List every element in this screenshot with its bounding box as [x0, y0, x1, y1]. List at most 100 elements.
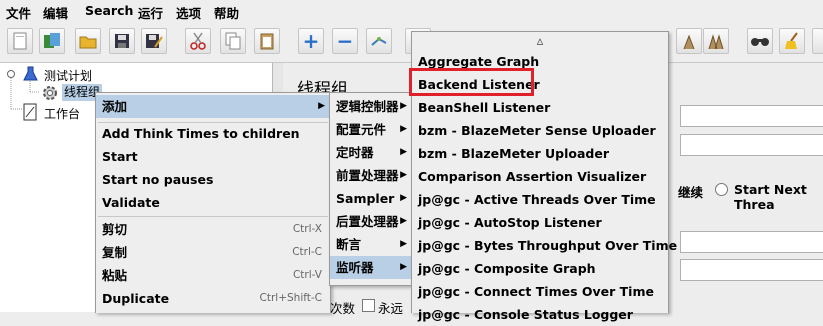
menu-item-label: 逻辑控制器 — [336, 99, 399, 114]
save-as-icon[interactable] — [141, 28, 167, 54]
highlight-box — [409, 68, 534, 96]
workbench-icon — [22, 103, 38, 124]
menu-item-label: Duplicate — [102, 291, 170, 306]
cut-icon[interactable] — [185, 28, 211, 54]
forever-label: 永远 — [378, 301, 404, 316]
menu-options[interactable]: 选项 — [176, 3, 201, 22]
menu-item-label: jp@gc - Composite Graph — [418, 261, 596, 276]
listener-item-bytes-throughput[interactable]: jp@gc - Bytes Throughput Over Time — [412, 234, 677, 257]
beaker-icon — [23, 66, 39, 85]
menu-file[interactable]: 文件 — [6, 3, 31, 22]
menu-item-label: jp@gc - Bytes Throughput Over Time — [418, 238, 678, 253]
broom-icon[interactable] — [779, 28, 805, 54]
listener-item-comparison-assertion-visualizer[interactable]: Comparison Assertion Visualizer — [412, 165, 668, 188]
open-icon[interactable] — [75, 28, 101, 54]
comments-field[interactable] — [680, 134, 823, 156]
submenu-arrow-icon: ▶ — [400, 147, 407, 157]
menu-item-start[interactable]: Start — [96, 145, 330, 168]
clear-all-icon[interactable] — [703, 28, 729, 54]
menu-item-add-think-times[interactable]: Add Think Times to children — [96, 122, 330, 145]
context-menu: 添加 ▶ Add Think Times to children Start S… — [95, 92, 331, 313]
templates-icon[interactable] — [39, 28, 65, 54]
shortcut-label: Ctrl-C — [292, 246, 322, 258]
menu-item-label: 定时器 — [336, 145, 374, 160]
search-icon[interactable] — [747, 28, 773, 54]
clear-icon[interactable] — [676, 28, 702, 54]
menu-edit[interactable]: 编辑 — [43, 3, 68, 22]
shortcut-label: Ctrl-V — [292, 269, 322, 281]
menu-item-add[interactable]: 添加 ▶ — [96, 95, 330, 118]
menu-item-cut[interactable]: 剪切 Ctrl-X — [96, 218, 330, 241]
threads-field[interactable] — [680, 231, 823, 253]
submenu-item-pre-processor[interactable]: 前置处理器 ▶ — [330, 164, 412, 187]
tree-node-test-plan[interactable]: 测试计划 — [44, 67, 92, 84]
menu-item-label: Sampler — [336, 191, 395, 206]
listener-item-connect-times[interactable]: jp@gc - Connect Times Over Time — [412, 280, 668, 303]
gear-icon — [41, 84, 59, 105]
submenu-arrow-icon: ▶ — [400, 193, 407, 203]
menu-item-label: 配置元件 — [336, 122, 387, 137]
menu-item-label: jp@gc - Active Threads Over Time — [418, 192, 656, 207]
listener-item-beanshell-listener[interactable]: BeanShell Listener — [412, 96, 668, 119]
menu-item-label: jp@gc - Connect Times Over Time — [418, 284, 654, 299]
listener-item-autostop[interactable]: jp@gc - AutoStop Listener — [412, 211, 668, 234]
menu-item-label: 粘贴 — [102, 268, 128, 283]
submenu-item-timer[interactable]: 定时器 ▶ — [330, 141, 412, 164]
submenu-arrow-icon: ▶ — [400, 239, 407, 249]
tree-node-workbench[interactable]: 工作台 — [44, 105, 80, 122]
scroll-up-arrow[interactable]: ▵ — [412, 32, 668, 52]
expand-icon[interactable]: + — [298, 28, 324, 54]
copy-icon[interactable] — [220, 28, 246, 54]
listener-item-composite-graph[interactable]: jp@gc - Composite Graph — [412, 257, 668, 280]
menu-item-label: 断言 — [336, 237, 362, 252]
menu-item-label: Comparison Assertion Visualizer — [418, 169, 647, 184]
save-icon[interactable] — [109, 28, 135, 54]
menu-item-label: Add Think Times to children — [102, 126, 300, 141]
submenu-item-post-processor[interactable]: 后置处理器 ▶ — [330, 210, 412, 233]
add-submenu: 逻辑控制器 ▶ 配置元件 ▶ 定时器 ▶ 前置处理器 ▶ Sampler ▶ 后置处理器 ▶… — [329, 92, 413, 286]
listener-item-active-threads[interactable]: jp@gc - Active Threads Over Time — [412, 188, 668, 211]
listener-item-console-status-logger[interactable]: jp@gc - Console Status Logger — [412, 303, 668, 326]
menu-item-copy[interactable]: 复制 Ctrl-C — [96, 241, 330, 264]
menu-item-label: 后置处理器 — [336, 214, 399, 229]
new-icon[interactable] — [7, 28, 33, 54]
menu-separator — [98, 216, 328, 217]
paste-icon[interactable] — [254, 28, 280, 54]
name-field[interactable] — [680, 105, 823, 127]
toggle-icon[interactable] — [366, 28, 392, 54]
submenu-item-assertion[interactable]: 断言 ▶ — [330, 233, 412, 256]
shortcut-label: Ctrl+Shift-C — [259, 292, 322, 304]
submenu-arrow-icon: ▶ — [400, 170, 407, 180]
submenu-arrow-icon: ▶ — [400, 101, 407, 111]
menu-item-duplicate[interactable]: Duplicate Ctrl+Shift-C — [96, 287, 330, 310]
listener-item-blazemeter-uploader[interactable]: bzm - BlazeMeter Uploader — [412, 142, 668, 165]
menu-item-label: 剪切 — [102, 222, 128, 237]
shortcut-label: Ctrl-X — [292, 223, 322, 235]
continue-option: 继续 — [678, 185, 704, 200]
start-next-thread-radio[interactable] — [715, 183, 728, 196]
menu-search[interactable]: Search — [85, 3, 133, 18]
next-icon[interactable] — [812, 28, 823, 54]
rampup-field[interactable] — [680, 259, 823, 281]
menu-item-validate[interactable]: Validate — [96, 191, 330, 214]
forever-checkbox[interactable] — [362, 299, 375, 312]
menu-item-label: Start — [102, 149, 138, 164]
menu-item-label: bzm - BlazeMeter Uploader — [418, 146, 610, 161]
submenu-item-sampler[interactable]: Sampler ▶ — [330, 187, 412, 210]
menu-item-label: 添加 — [102, 99, 128, 114]
submenu-item-listener[interactable]: 监听器 ▶ — [330, 256, 412, 279]
submenu-arrow-icon: ▶ — [318, 101, 325, 111]
submenu-item-config-element[interactable]: 配置元件 ▶ — [330, 118, 412, 141]
menu-run[interactable]: 运行 — [138, 3, 163, 22]
menu-help[interactable]: 帮助 — [214, 3, 239, 22]
listener-item-blazemeter-sense-uploader[interactable]: bzm - BlazeMeter Sense Uploader — [412, 119, 668, 142]
start-next-thread-label: Start Next Threa — [734, 182, 807, 212]
collapse-icon[interactable]: − — [332, 28, 358, 54]
menu-item-paste[interactable]: 粘贴 Ctrl-V — [96, 264, 330, 287]
submenu-item-logic-controller[interactable]: 逻辑控制器 ▶ — [330, 95, 412, 118]
menu-item-start-no-pauses[interactable]: Start no pauses — [96, 168, 330, 191]
menu-item-label: bzm - BlazeMeter Sense Uploader — [418, 123, 656, 138]
menu-item-label: Validate — [102, 195, 160, 210]
loop-count-label: 次数 — [330, 301, 356, 316]
menu-item-label: BeanShell Listener — [418, 100, 551, 115]
